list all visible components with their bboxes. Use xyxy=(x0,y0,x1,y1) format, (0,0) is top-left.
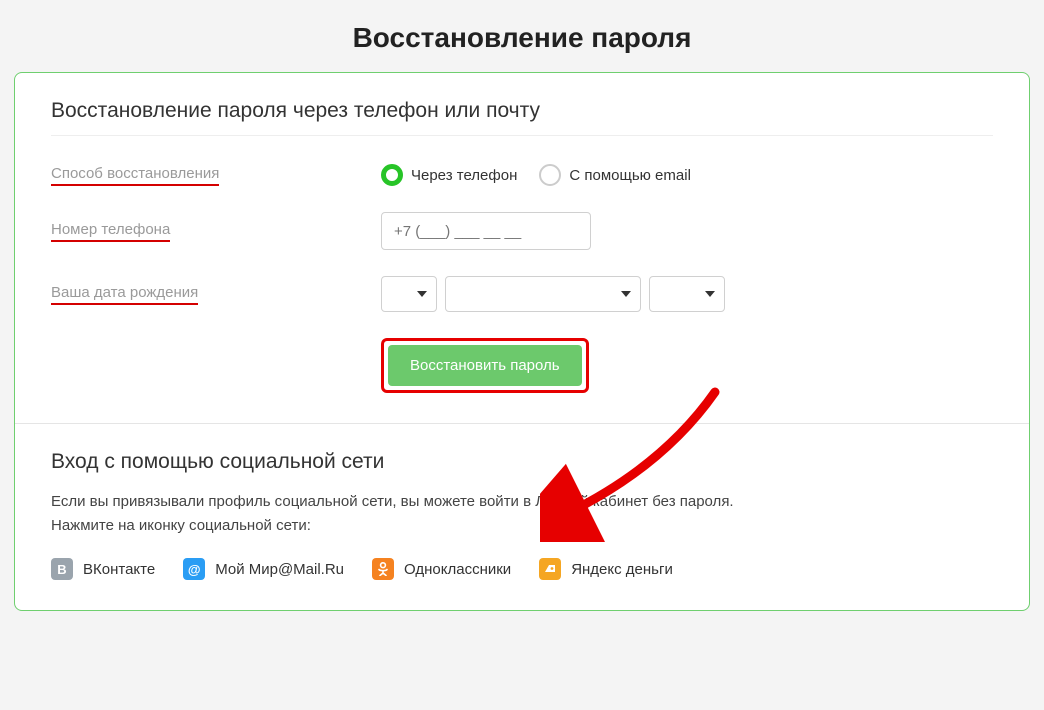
radio-phone[interactable]: Через телефон xyxy=(381,164,517,186)
social-heading: Вход с помощью социальной сети xyxy=(51,450,993,474)
radio-phone-label: Через телефон xyxy=(411,167,517,184)
form-section: Восстановление пароля через телефон или … xyxy=(15,73,1029,423)
yandex-money-icon xyxy=(539,558,561,580)
social-vk[interactable]: B ВКонтакте xyxy=(51,558,155,580)
form-heading: Восстановление пароля через телефон или … xyxy=(51,99,993,123)
row-dob: Ваша дата рождения xyxy=(51,276,993,312)
dob-year-select[interactable] xyxy=(649,276,725,312)
social-yandex-money[interactable]: Яндекс деньги xyxy=(539,558,673,580)
moimir-icon: @ xyxy=(183,558,205,580)
phone-input[interactable] xyxy=(381,212,591,250)
label-dob: Ваша дата рождения xyxy=(51,284,198,305)
social-ok[interactable]: Одноклассники xyxy=(372,558,511,580)
social-ok-label: Одноклассники xyxy=(404,561,511,578)
row-phone: Номер телефона xyxy=(51,212,993,250)
label-phone: Номер телефона xyxy=(51,221,170,242)
social-vk-label: ВКонтакте xyxy=(83,561,155,578)
social-text: Если вы привязывали профиль социальной с… xyxy=(51,490,993,538)
social-moimir[interactable]: @ Мой Мир@Mail.Ru xyxy=(183,558,344,580)
separator xyxy=(51,135,993,136)
label-method: Способ восстановления xyxy=(51,165,219,186)
social-moimir-label: Мой Мир@Mail.Ru xyxy=(215,561,344,578)
social-section: Вход с помощью социальной сети Если вы п… xyxy=(15,423,1029,610)
dob-month-select[interactable] xyxy=(445,276,641,312)
social-yandex-money-label: Яндекс деньги xyxy=(571,561,673,578)
dob-day-select[interactable] xyxy=(381,276,437,312)
radio-email[interactable]: С помощью email xyxy=(539,164,691,186)
recovery-card: Восстановление пароля через телефон или … xyxy=(14,72,1030,611)
row-method: Способ восстановления Через телефон С по… xyxy=(51,164,993,186)
radio-checked-icon xyxy=(381,164,403,186)
radio-unchecked-icon xyxy=(539,164,561,186)
submit-highlight: Восстановить пароль xyxy=(381,338,589,393)
ok-icon xyxy=(372,558,394,580)
page-title: Восстановление пароля xyxy=(0,0,1044,72)
vk-icon: B xyxy=(51,558,73,580)
radio-email-label: С помощью email xyxy=(569,167,691,184)
submit-button[interactable]: Восстановить пароль xyxy=(388,345,582,386)
